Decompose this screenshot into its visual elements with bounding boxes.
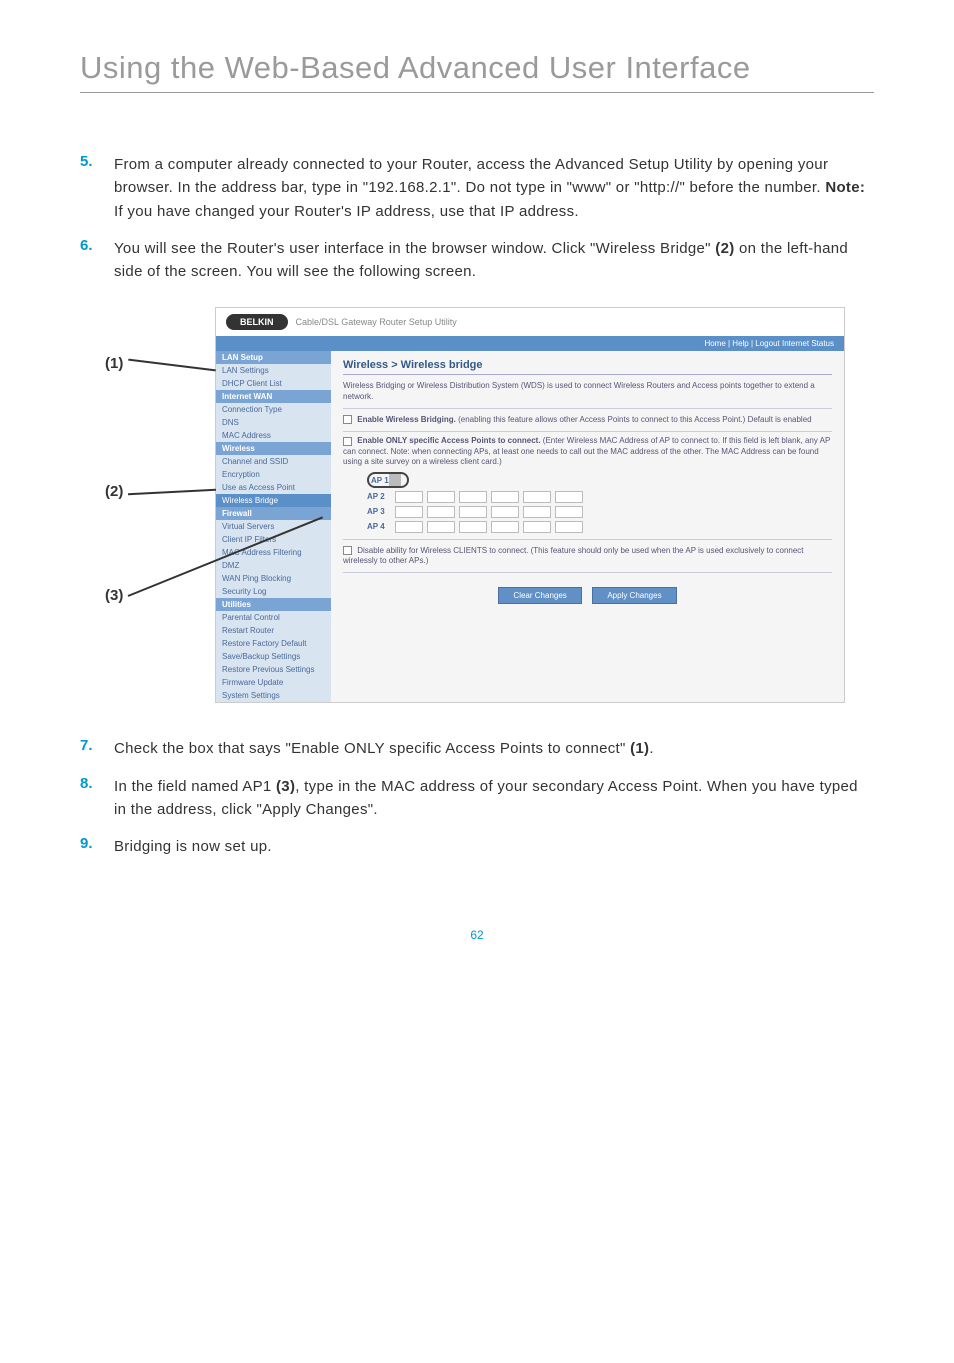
sidebar-parental[interactable]: Parental Control <box>216 611 331 624</box>
ap2-input-6[interactable] <box>555 491 583 503</box>
step-text: You will see the Router's user interface… <box>114 237 874 284</box>
callout-line-2 <box>128 489 216 496</box>
step-text: In the field named AP1 (3), type in the … <box>114 775 874 822</box>
step-number: 7. <box>80 737 114 760</box>
apply-changes-button[interactable]: Apply Changes <box>592 587 676 604</box>
router-subtitle: Cable/DSL Gateway Router Setup Utility <box>296 317 457 327</box>
sidebar-wan-ping[interactable]: WAN Ping Blocking <box>216 572 331 585</box>
sidebar-system[interactable]: System Settings <box>216 689 331 702</box>
ap1-row: AP 1 <box>367 472 832 488</box>
sidebar-mac-address[interactable]: MAC Address <box>216 429 331 442</box>
ap3-input-2[interactable] <box>427 506 455 518</box>
ap4-row: AP 4 <box>367 521 832 533</box>
router-header: BELKIN Cable/DSL Gateway Router Setup Ut… <box>216 308 844 336</box>
ap3-input-4[interactable] <box>491 506 519 518</box>
callout-3: (3) <box>105 587 123 604</box>
ap4-input-3[interactable] <box>459 521 487 533</box>
step-6: 6. You will see the Router's user interf… <box>80 237 874 284</box>
ap3-row: AP 3 <box>367 506 832 518</box>
ap4-input-1[interactable] <box>395 521 423 533</box>
sidebar-virtual-servers[interactable]: Virtual Servers <box>216 520 331 533</box>
sidebar-lan-settings[interactable]: LAN Settings <box>216 364 331 377</box>
step-7: 7. Check the box that says "Enable ONLY … <box>80 737 874 760</box>
ap3-input-3[interactable] <box>459 506 487 518</box>
sidebar-restart[interactable]: Restart Router <box>216 624 331 637</box>
sidebar-restore-default[interactable]: Restore Factory Default <box>216 637 331 650</box>
callout-line-1 <box>128 359 216 372</box>
sidebar-utilities[interactable]: Utilities <box>216 598 331 611</box>
sidebar-lan-setup[interactable]: LAN Setup <box>216 351 331 364</box>
ap2-input-4[interactable] <box>491 491 519 503</box>
step-5: 5. From a computer already connected to … <box>80 153 874 223</box>
sidebar-access-point[interactable]: Use as Access Point <box>216 481 331 494</box>
steps-list: 5. From a computer already connected to … <box>80 153 874 283</box>
sidebar-firewall[interactable]: Firewall <box>216 507 331 520</box>
ap3-input-6[interactable] <box>555 506 583 518</box>
sidebar-internet-wan[interactable]: Internet WAN <box>216 390 331 403</box>
sidebar-dhcp[interactable]: DHCP Client List <box>216 377 331 390</box>
sidebar-restore-prev[interactable]: Restore Previous Settings <box>216 663 331 676</box>
step-number: 6. <box>80 237 114 284</box>
step-number: 8. <box>80 775 114 822</box>
content-title: Wireless > Wireless bridge <box>343 359 832 375</box>
router-ui-window: BELKIN Cable/DSL Gateway Router Setup Ut… <box>215 307 845 703</box>
router-content: Wireless > Wireless bridge Wireless Brid… <box>331 351 844 702</box>
ap4-input-2[interactable] <box>427 521 455 533</box>
disable-clients-checkbox[interactable] <box>343 546 352 555</box>
page-title: Using the Web-Based Advanced User Interf… <box>80 50 874 86</box>
belkin-logo: BELKIN <box>226 314 288 330</box>
ap4-input-5[interactable] <box>523 521 551 533</box>
ap2-input-1[interactable] <box>395 491 423 503</box>
ap2-label: AP 2 <box>367 492 391 501</box>
sidebar-connection-type[interactable]: Connection Type <box>216 403 331 416</box>
router-topbar: Home | Help | Logout Internet Status <box>216 336 844 351</box>
ap1-input-6[interactable] <box>399 474 401 486</box>
ap1-outline: AP 1 <box>367 472 409 488</box>
ap2-row: AP 2 <box>367 491 832 503</box>
ap2-input-2[interactable] <box>427 491 455 503</box>
callout-1: (1) <box>105 355 123 372</box>
sidebar-wireless-bridge[interactable]: Wireless Bridge <box>216 494 331 507</box>
header-divider <box>80 92 874 93</box>
sidebar-wireless[interactable]: Wireless <box>216 442 331 455</box>
ap3-label: AP 3 <box>367 507 391 516</box>
step-9: 9. Bridging is now set up. <box>80 835 874 858</box>
ap4-input-4[interactable] <box>491 521 519 533</box>
enable-bridging-row: Enable Wireless Bridging. (enabling this… <box>343 415 832 432</box>
sidebar-dns[interactable]: DNS <box>216 416 331 429</box>
ap2-input-3[interactable] <box>459 491 487 503</box>
ap2-input-5[interactable] <box>523 491 551 503</box>
sidebar-firmware[interactable]: Firmware Update <box>216 676 331 689</box>
disable-clients-row: Disable ability for Wireless CLIENTS to … <box>343 539 832 574</box>
callout-2: (2) <box>105 483 123 500</box>
content-intro: Wireless Bridging or Wireless Distributi… <box>343 381 832 409</box>
sidebar-channel-ssid[interactable]: Channel and SSID <box>216 455 331 468</box>
sidebar-dmz[interactable]: DMZ <box>216 559 331 572</box>
step-text: Check the box that says "Enable ONLY spe… <box>114 737 654 760</box>
ap3-input-5[interactable] <box>523 506 551 518</box>
ap4-input-6[interactable] <box>555 521 583 533</box>
ap3-input-1[interactable] <box>395 506 423 518</box>
step-number: 5. <box>80 153 114 223</box>
sidebar-security-log[interactable]: Security Log <box>216 585 331 598</box>
clear-changes-button[interactable]: Clear Changes <box>498 587 581 604</box>
step-number: 9. <box>80 835 114 858</box>
sidebar-save-backup[interactable]: Save/Backup Settings <box>216 650 331 663</box>
sidebar-encryption[interactable]: Encryption <box>216 468 331 481</box>
button-row: Clear Changes Apply Changes <box>343 587 832 604</box>
step-text: From a computer already connected to you… <box>114 153 874 223</box>
enable-specific-checkbox[interactable] <box>343 437 352 446</box>
router-sidebar: LAN Setup LAN Settings DHCP Client List … <box>216 351 331 702</box>
step-text: Bridging is now set up. <box>114 835 272 858</box>
ap4-label: AP 4 <box>367 522 391 531</box>
page-number: 62 <box>80 928 874 942</box>
router-screenshot: (1) (2) (3) BELKIN Cable/DSL Gateway Rou… <box>80 307 874 703</box>
enable-bridging-checkbox[interactable] <box>343 415 352 424</box>
step-8: 8. In the field named AP1 (3), type in t… <box>80 775 874 822</box>
ap1-label: AP 1 <box>371 476 389 485</box>
enable-specific-row: Enable ONLY specific Access Points to co… <box>343 436 832 467</box>
steps-list-2: 7. Check the box that says "Enable ONLY … <box>80 737 874 858</box>
router-body: LAN Setup LAN Settings DHCP Client List … <box>216 351 844 702</box>
